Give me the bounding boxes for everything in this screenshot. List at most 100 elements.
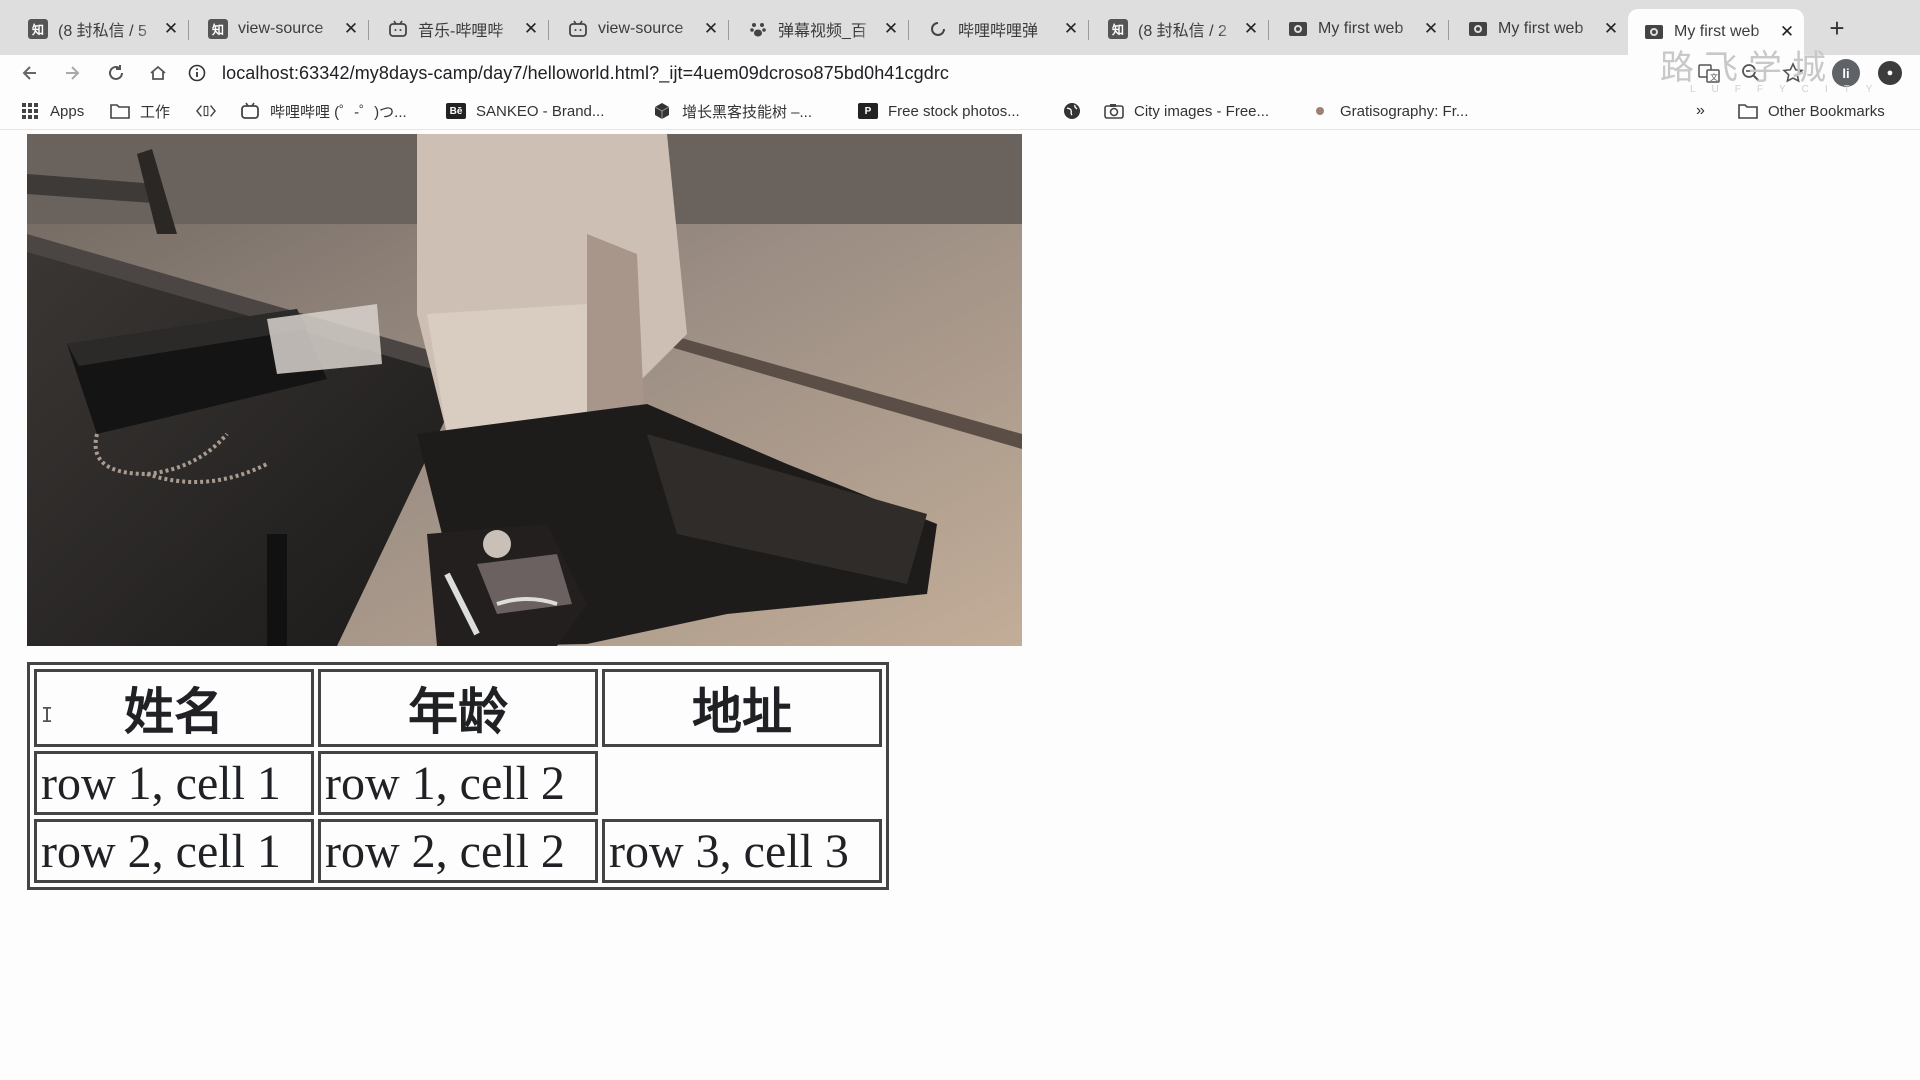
bilibili-icon xyxy=(388,19,408,39)
browser-tab[interactable]: 知 (8 封私信 / 2 ✕ xyxy=(1092,12,1269,46)
page-viewport: 姓名 年龄 地址 row 1, cell 1 row 1, cell 2 row… xyxy=(0,131,1920,1080)
table-cell: row 3, cell 3 xyxy=(602,819,882,883)
bookmark-code[interactable] xyxy=(196,99,226,123)
browser-tab[interactable]: 哔哩哔哩弹 ✕ xyxy=(912,12,1089,46)
bookmark-city-images[interactable]: City images - Free... xyxy=(1104,99,1269,123)
tab-title: view-source xyxy=(238,20,324,37)
close-icon[interactable]: ✕ xyxy=(702,19,720,39)
webpage-icon xyxy=(1468,19,1488,39)
table-header-row: 姓名 年龄 地址 xyxy=(34,669,882,747)
webpage-icon xyxy=(1644,22,1664,42)
tab-strip: 知 (8 封私信 / 5 ✕ 知 view-source ✕ 音乐-哔哩哔 ✕ … xyxy=(0,0,1920,55)
table-cell: row 1, cell 1 xyxy=(34,751,314,815)
bookmark-globe[interactable] xyxy=(1062,99,1092,123)
browser-tab[interactable]: My first web ✕ xyxy=(1272,12,1449,46)
back-button[interactable] xyxy=(16,59,44,87)
globe-icon xyxy=(1062,101,1082,121)
bookmark-label: Free stock photos... xyxy=(888,102,1020,120)
tab-title: view-source xyxy=(598,20,684,37)
watermark-logo: 路飞学城 xyxy=(1660,48,1836,88)
tab-title: (8 封私信 / 5 xyxy=(58,23,147,40)
bookmark-folder-work[interactable]: 工作 xyxy=(110,99,170,123)
tab-title: My first web xyxy=(1318,20,1404,37)
data-table-container: 姓名 年龄 地址 row 1, cell 1 row 1, cell 2 row… xyxy=(27,662,889,890)
bookmark-label: City images - Free... xyxy=(1134,102,1270,120)
tab-title: (8 封私信 / 2 xyxy=(1138,23,1227,40)
browser-tab[interactable]: 知 (8 封私信 / 5 ✕ xyxy=(12,12,189,46)
close-icon[interactable]: ✕ xyxy=(1602,19,1620,39)
browser-tab[interactable]: 音乐-哔哩哔 ✕ xyxy=(372,12,549,46)
bookmarks-overflow-button[interactable]: » xyxy=(1696,99,1705,123)
cube-icon xyxy=(652,101,672,121)
bookmark-growth-hacker[interactable]: 增长黑客技能树 –... xyxy=(652,99,812,123)
baidu-icon xyxy=(748,19,768,39)
apps-grid-icon xyxy=(20,101,40,121)
bookmark-label: Gratisography: Fr... xyxy=(1340,102,1469,120)
close-icon[interactable]: ✕ xyxy=(342,19,360,39)
tab-title: 哔哩哔哩弹 xyxy=(958,23,1039,40)
close-icon[interactable]: ✕ xyxy=(162,19,180,39)
zhihu-icon: 知 xyxy=(208,19,228,39)
text-cursor-icon: I xyxy=(41,703,54,727)
bilibili-icon xyxy=(568,19,588,39)
webpage-icon xyxy=(1288,19,1308,39)
photo-image xyxy=(27,134,1022,646)
bilibili-icon xyxy=(240,101,260,121)
table-cell: row 2, cell 1 xyxy=(34,819,314,883)
camera-icon xyxy=(1104,101,1124,121)
browser-tab[interactable]: My first web ✕ xyxy=(1452,12,1628,46)
pexels-icon: P xyxy=(858,103,878,119)
bookmark-label: 增长黑客技能树 –... xyxy=(682,103,813,121)
data-table: 姓名 年龄 地址 row 1, cell 1 row 1, cell 2 row… xyxy=(27,662,889,890)
folder-icon xyxy=(110,101,130,121)
tab-title: My first web xyxy=(1498,20,1584,37)
header-name: 姓名 xyxy=(34,669,314,747)
browser-toolbar: localhost:63342/my8days-camp/day7/hellow… xyxy=(0,55,1920,92)
bookmark-sankeo[interactable]: Bē SANKEO - Brand... xyxy=(446,99,604,123)
info-icon[interactable] xyxy=(186,62,208,84)
table-row: row 2, cell 1 row 2, cell 2 row 3, cell … xyxy=(34,819,882,883)
apps-shortcut[interactable]: Apps xyxy=(20,99,84,123)
close-icon[interactable]: ✕ xyxy=(1778,22,1796,42)
tab-title: My first web xyxy=(1674,23,1760,40)
code-icon xyxy=(196,101,216,121)
header-address: 地址 xyxy=(602,669,882,747)
reload-button[interactable] xyxy=(102,59,130,87)
folder-icon xyxy=(1738,101,1758,121)
bookmark-label: 工作 xyxy=(140,103,171,121)
zhihu-icon: 知 xyxy=(1108,19,1128,39)
bookmark-gratisography[interactable]: Gratisography: Fr... xyxy=(1310,99,1468,123)
tab-title: 弹幕视频_百 xyxy=(778,23,867,40)
zhihu-icon: 知 xyxy=(28,19,48,39)
bookmark-label: SANKEO - Brand... xyxy=(476,102,605,120)
other-bookmarks[interactable]: Other Bookmarks xyxy=(1738,99,1885,123)
close-icon[interactable]: ✕ xyxy=(522,19,540,39)
tab-title: 音乐-哔哩哔 xyxy=(418,23,504,40)
table-cell-empty xyxy=(602,751,882,815)
close-icon[interactable]: ✕ xyxy=(882,19,900,39)
loading-icon xyxy=(928,19,948,39)
table-row: row 1, cell 1 row 1, cell 2 xyxy=(34,751,882,815)
browser-tab[interactable]: view-source ✕ xyxy=(552,12,729,46)
header-age: 年龄 xyxy=(318,669,598,747)
bookmarks-bar: Apps 工作 哔哩哔哩 (゜-゜)つ... Bē SANKEO - Brand… xyxy=(0,92,1920,130)
home-button[interactable] xyxy=(144,59,172,87)
close-icon[interactable]: ✕ xyxy=(1062,19,1080,39)
browser-tab[interactable]: 知 view-source ✕ xyxy=(192,12,369,46)
behance-icon: Bē xyxy=(446,103,466,119)
browser-tab[interactable]: 弹幕视频_百 ✕ xyxy=(732,12,909,46)
table-cell: row 2, cell 2 xyxy=(318,819,598,883)
profile-avatar[interactable]: li xyxy=(1832,59,1860,87)
bookmark-bilibili[interactable]: 哔哩哔哩 (゜-゜)つ... xyxy=(240,99,407,123)
forward-button[interactable] xyxy=(58,59,86,87)
bookmark-label: Apps xyxy=(50,102,85,120)
bookmark-label: Other Bookmarks xyxy=(1768,102,1885,120)
bookmark-label: 哔哩哔哩 (゜-゜)つ... xyxy=(270,103,407,121)
close-icon[interactable]: ✕ xyxy=(1242,19,1260,39)
address-bar[interactable]: localhost:63342/my8days-camp/day7/hellow… xyxy=(186,57,1636,89)
close-icon[interactable]: ✕ xyxy=(1422,19,1440,39)
extension-icon[interactable]: ● xyxy=(1878,61,1902,85)
bookmark-free-stock-photos[interactable]: P Free stock photos... xyxy=(858,99,1020,123)
table-cell: row 1, cell 2 xyxy=(318,751,598,815)
url-text: localhost:63342/my8days-camp/day7/hellow… xyxy=(222,62,950,83)
